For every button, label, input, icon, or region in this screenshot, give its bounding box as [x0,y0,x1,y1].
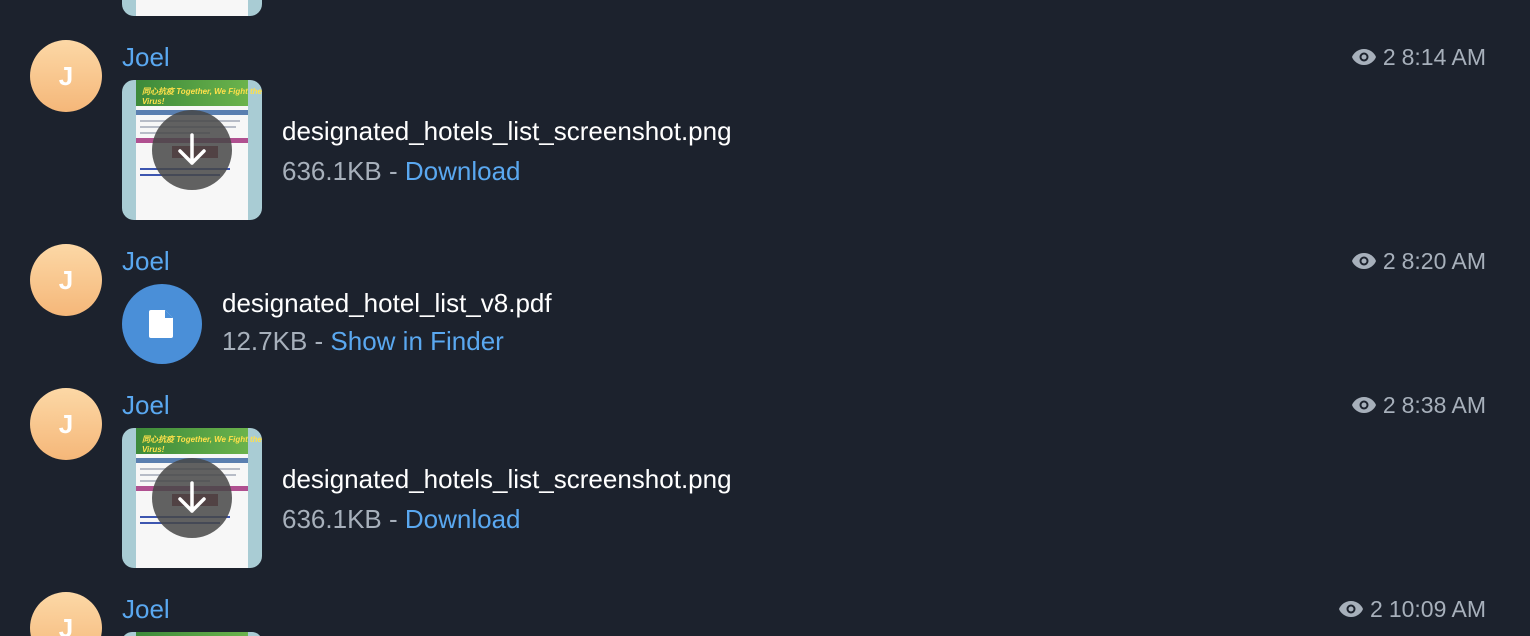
eye-icon [1351,253,1376,269]
eye-icon [1339,601,1364,617]
message-time: 8:38 AM [1401,392,1486,418]
eye-icon [1351,397,1376,413]
sender-name[interactable]: Joel [122,594,170,624]
sender-name[interactable]: Joel [122,42,170,72]
file-name: designated_hotels_list_screenshot.png [282,464,732,494]
avatar[interactable]: J [30,40,102,112]
document-button[interactable] [122,284,202,364]
view-count: 2 [1382,392,1396,418]
thumbnail-banner-text: 同心抗疫 Together, We Fight the Virus! [142,87,262,106]
arrow-down-icon [178,133,206,165]
avatar-initial: J [58,60,74,91]
file-size: 12.7KB [222,326,308,356]
avatar-initial: J [58,264,74,295]
arrow-down-icon [178,481,206,513]
image-thumbnail[interactable]: 同心抗疫 Together, We Fight the Virus! [122,80,262,220]
file-size: 636.1KB [282,156,382,186]
document-icon [149,310,173,338]
message-item: J Joel 2 10:09 AM [0,592,1530,636]
file-name: designated_hotels_list_screenshot.png [282,116,732,146]
avatar-initial: J [58,612,74,636]
view-count: 2 [1370,596,1383,622]
download-button[interactable] [152,458,232,538]
sender-name[interactable]: Joel [122,246,170,276]
avatar[interactable]: J [30,592,102,636]
message-time: 8:14 AM [1401,44,1486,70]
view-count: 2 [1382,248,1396,274]
sender-name[interactable]: Joel [122,390,170,420]
separator: - [381,156,405,186]
image-thumbnail[interactable] [122,632,262,636]
avatar-initial: J [58,408,74,439]
file-size: 636.1KB [282,504,382,534]
message-meta: 2 8:38 AM [1351,390,1486,420]
avatar[interactable]: J [30,388,102,460]
file-info: 636.1KB - Download [282,156,521,186]
download-link[interactable]: Download [405,504,521,534]
download-button[interactable] [152,110,232,190]
image-thumbnail[interactable]: 同心抗疫 Together, We Fight the Virus! [122,428,262,568]
file-name: designated_hotel_list_v8.pdf [222,288,552,318]
file-info: 636.1KB - Download [282,504,521,534]
download-link[interactable]: Download [405,156,521,186]
view-count: 2 [1382,44,1396,70]
message-meta: 2 8:20 AM [1351,246,1486,276]
show-in-finder-link[interactable]: Show in Finder [330,326,503,356]
separator: - [381,504,405,534]
message-meta: 2 10:09 AM [1338,594,1486,624]
message-meta: 2 8:14 AM [1351,42,1486,72]
message-time: 10:09 AM [1388,596,1486,622]
avatar[interactable]: J [30,244,102,316]
file-info: 12.7KB - Show in Finder [222,326,504,356]
separator: - [307,326,331,356]
thumbnail-banner-text: 同心抗疫 Together, We Fight the Virus! [142,435,262,454]
previous-image-thumbnail[interactable] [122,0,262,16]
message-time: 8:20 AM [1401,248,1486,274]
eye-icon [1351,49,1376,65]
